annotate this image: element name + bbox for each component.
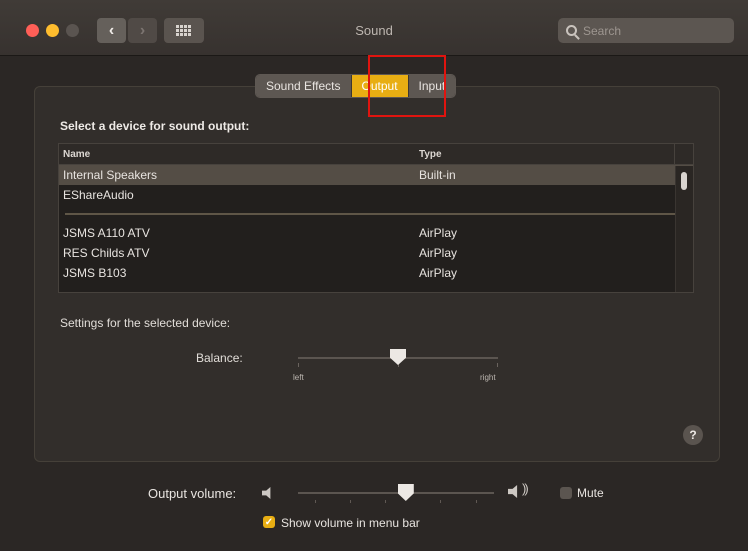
device-name: EShareAudio [63, 188, 134, 202]
tab-sound-effects[interactable]: Sound Effects [256, 75, 352, 97]
search-field[interactable] [558, 18, 734, 43]
show-volume-label[interactable]: Show volume in menu bar [281, 516, 420, 530]
table-row[interactable]: Internal Speakers Built-in [59, 165, 693, 185]
tab-input[interactable]: Input [408, 75, 456, 97]
speaker-low-icon [262, 487, 271, 499]
speaker-high-icon [508, 485, 518, 498]
group-separator [65, 205, 687, 215]
section-title: Select a device for sound output: [60, 119, 250, 133]
balance-tick [298, 363, 299, 367]
table-row[interactable]: EShareAudio [59, 185, 693, 205]
show-volume-checkbox[interactable]: ✓ [263, 516, 275, 528]
volume-slider-track[interactable] [298, 492, 494, 494]
volume-tick [350, 500, 351, 503]
table-header: Name Type [59, 144, 693, 165]
table-row[interactable]: JSMS B103 AirPlay [59, 263, 693, 283]
device-name: JSMS A110 ATV [63, 226, 150, 240]
tab-output[interactable]: Output [351, 75, 409, 97]
volume-tick [440, 500, 441, 503]
device-name: Internal Speakers [63, 168, 158, 182]
mute-label[interactable]: Mute [577, 486, 604, 500]
checkmark-icon: ✓ [264, 516, 274, 528]
device-type: AirPlay [419, 266, 458, 280]
table-row[interactable]: RES Childs ATV AirPlay [59, 243, 693, 263]
mute-checkbox[interactable] [560, 487, 572, 499]
volume-tick [385, 500, 386, 503]
volume-slider-thumb[interactable] [397, 484, 414, 501]
device-type: AirPlay [419, 246, 458, 260]
search-icon [566, 25, 577, 36]
search-input[interactable] [583, 23, 723, 38]
device-name: JSMS B103 [63, 266, 127, 280]
help-button[interactable]: ? [683, 425, 703, 445]
output-device-table: Name Type Internal Speakers Built-in ESh… [58, 143, 694, 293]
output-volume-label: Output volume: [148, 486, 237, 501]
balance-tick [497, 363, 498, 367]
column-header-name[interactable]: Name [59, 149, 419, 160]
title-bar: ‹ › Sound [0, 0, 748, 56]
sound-waves-icon: )) [522, 481, 529, 496]
header-divider [674, 144, 675, 165]
column-header-type[interactable]: Type [419, 149, 675, 160]
scrollbar-thumb[interactable] [681, 172, 687, 190]
device-name: RES Childs ATV [63, 246, 150, 260]
volume-tick [476, 500, 477, 503]
settings-label: Settings for the selected device: [60, 316, 231, 330]
table-scrollbar[interactable] [675, 166, 693, 292]
balance-left-label: left [293, 373, 304, 382]
balance-label: Balance: [196, 351, 243, 365]
device-type: AirPlay [419, 226, 458, 240]
volume-tick [315, 500, 316, 503]
balance-right-label: right [480, 373, 496, 382]
table-row[interactable]: JSMS A110 ATV AirPlay [59, 223, 693, 243]
device-type: Built-in [419, 168, 456, 182]
tab-bar: Sound Effects Output Input [255, 74, 457, 98]
